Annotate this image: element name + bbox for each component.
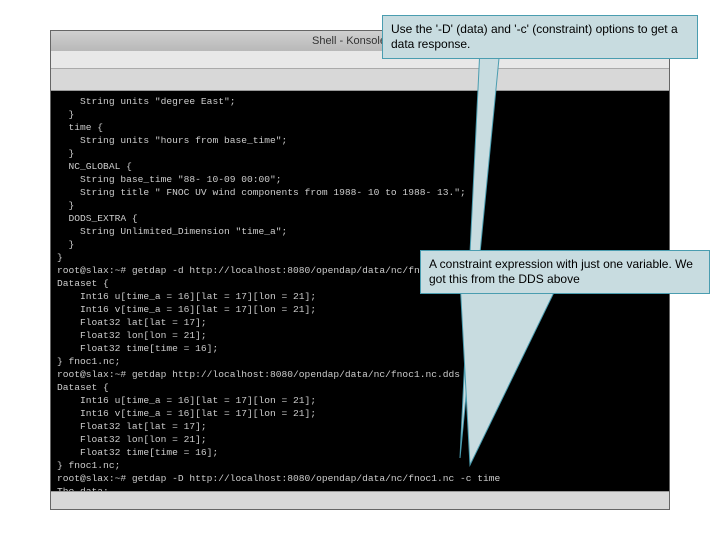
- line: } fnoc1.nc;: [57, 356, 120, 367]
- callout-pointer-icon: [430, 280, 570, 470]
- line: The data:: [57, 486, 109, 491]
- line: NC_GLOBAL {: [57, 161, 132, 172]
- line: Float32 time[time = 16];: [57, 447, 218, 458]
- line: }: [57, 200, 74, 211]
- line: root@slax:~# getdap -D http://localhost:…: [57, 473, 500, 484]
- line: }: [57, 239, 74, 250]
- callout-top: Use the '-D' (data) and '-c' (constraint…: [382, 15, 698, 59]
- line: Dataset {: [57, 382, 109, 393]
- line: Int16 v[time_a = 16][lat = 17][lon = 21]…: [57, 408, 316, 419]
- line: String units "degree East";: [57, 96, 235, 107]
- line: String units "hours from base_time";: [57, 135, 287, 146]
- line: }: [57, 148, 74, 159]
- line: Int16 u[time_a = 16][lat = 17][lon = 21]…: [57, 395, 316, 406]
- line: Float32 lon[lon = 21];: [57, 434, 207, 445]
- line: }: [57, 109, 74, 120]
- line: Float32 lat[lat = 17];: [57, 421, 207, 432]
- line: }: [57, 252, 63, 263]
- line: } fnoc1.nc;: [57, 460, 120, 471]
- line: Float32 lon[lon = 21];: [57, 330, 207, 341]
- line: Int16 u[time_a = 16][lat = 17][lon = 21]…: [57, 291, 316, 302]
- line: time {: [57, 122, 103, 133]
- line: String base_time "88- 10-09 00:00";: [57, 174, 282, 185]
- line: Dataset {: [57, 278, 109, 289]
- callout-text: Use the '-D' (data) and '-c' (constraint…: [391, 22, 678, 51]
- line: String Unlimited_Dimension "time_a";: [57, 226, 287, 237]
- line: Float32 lat[lat = 17];: [57, 317, 207, 328]
- line: Float32 time[time = 16];: [57, 343, 218, 354]
- callout-text: A constraint expression with just one va…: [429, 257, 693, 286]
- line: DODS_EXTRA {: [57, 213, 138, 224]
- line: Int16 v[time_a = 16][lat = 17][lon = 21]…: [57, 304, 316, 315]
- status-bar: [51, 491, 669, 509]
- callout-mid: A constraint expression with just one va…: [420, 250, 710, 294]
